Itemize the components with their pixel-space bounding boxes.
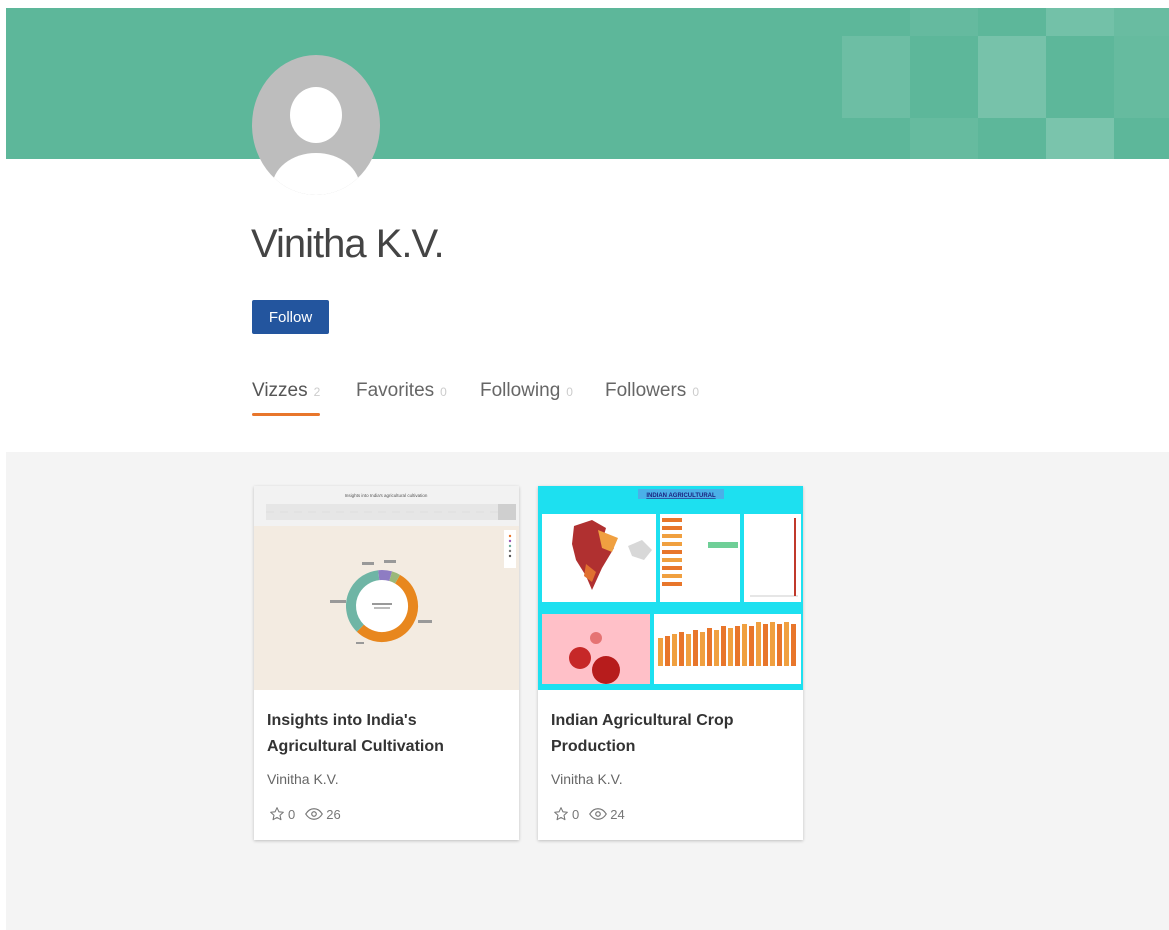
tab-label: Following (480, 380, 561, 401)
thumbnail-dashboard-2: INDIAN AGRICULTURAL (538, 486, 803, 690)
viz-thumbnail[interactable]: Insights into India's agricultural culti… (254, 486, 519, 690)
viz-thumbnail[interactable]: INDIAN AGRICULTURAL (538, 486, 803, 690)
follow-button[interactable]: Follow (252, 300, 329, 334)
tab-followers[interactable]: Followers 0 (605, 380, 699, 416)
eye-icon (589, 808, 608, 820)
tab-label: Favorites (356, 380, 435, 401)
viz-author[interactable]: Vinitha K.V. (267, 771, 339, 787)
thumbnail-dashboard-1: Insights into India's agricultural culti… (254, 486, 519, 644)
viz-title[interactable]: Indian Agricultural Crop Production (551, 708, 791, 760)
viz-author[interactable]: Vinitha K.V. (551, 771, 623, 787)
star-icon[interactable] (553, 806, 569, 822)
favorite-count: 0 (288, 806, 296, 822)
tab-label: Followers (605, 380, 687, 401)
tab-count: 2 (313, 385, 321, 399)
tab-favorites[interactable]: Favorites 0 (356, 380, 447, 416)
viz-stats: 0 26 (269, 806, 351, 822)
avatar-body (272, 153, 360, 195)
viz-card[interactable]: INDIAN AGRICULTURAL Indian Agricultural … (538, 486, 803, 840)
profile-name: Vinitha K.V. (251, 222, 445, 266)
eye-icon (305, 808, 324, 820)
tab-count: 0 (692, 385, 699, 399)
tab-count: 0 (440, 385, 447, 399)
favorite-count: 0 (572, 806, 580, 822)
avatar (252, 55, 380, 195)
avatar-head (290, 87, 342, 143)
thumbnail-title: INDIAN AGRICULTURAL (646, 493, 716, 499)
profile-banner (6, 8, 1169, 159)
star-icon[interactable] (269, 806, 285, 822)
view-count: 26 (326, 806, 341, 822)
viz-stats: 0 24 (553, 806, 635, 822)
viz-card[interactable]: Insights into India's agricultural culti… (254, 486, 519, 840)
thumbnail-title: Insights into India's agricultural culti… (345, 493, 428, 498)
tab-label: Vizzes (252, 380, 308, 401)
view-count: 24 (610, 806, 625, 822)
tab-count: 0 (566, 385, 573, 399)
tab-following[interactable]: Following 0 (480, 380, 573, 416)
tab-vizzes[interactable]: Vizzes 2 (252, 380, 321, 416)
viz-title[interactable]: Insights into India's Agricultural Culti… (267, 708, 507, 760)
